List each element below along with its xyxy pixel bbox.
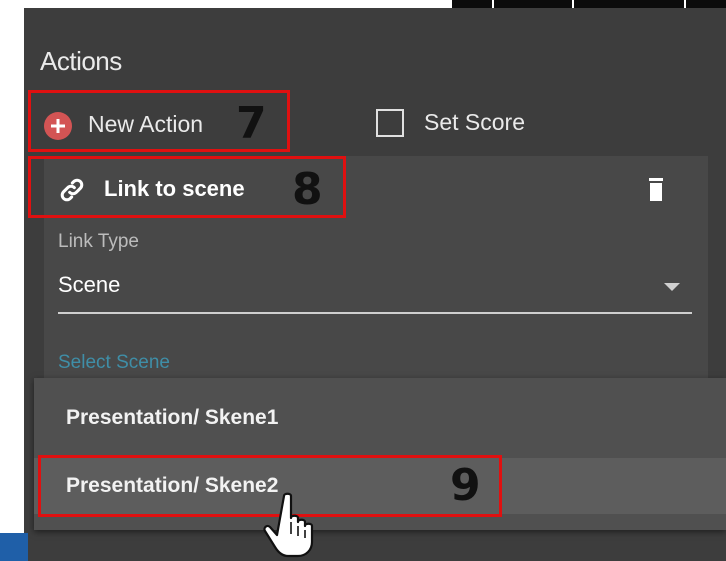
set-score-label[interactable]: Set Score: [424, 109, 525, 136]
link-type-label: Link Type: [58, 231, 139, 252]
annotation-number-9: 9: [450, 460, 481, 511]
hand-cursor-icon: [263, 492, 314, 558]
background-corner: [0, 533, 28, 561]
actions-heading: Actions: [40, 46, 122, 76]
annotation-number-7: 7: [236, 98, 267, 149]
trash-icon[interactable]: [648, 178, 664, 202]
select-scene-label: Select Scene: [58, 352, 170, 373]
select-underline: [58, 312, 692, 314]
annotation-number-8: 8: [292, 164, 323, 215]
link-type-select[interactable]: Scene: [58, 272, 120, 298]
background-strip: [452, 0, 726, 8]
scene-option-1[interactable]: Presentation/ Skene1: [34, 390, 726, 446]
set-score-checkbox[interactable]: [376, 109, 404, 137]
dropdown-caret-icon[interactable]: [664, 283, 680, 291]
scene-option-label: Presentation/ Skene1: [66, 406, 279, 429]
